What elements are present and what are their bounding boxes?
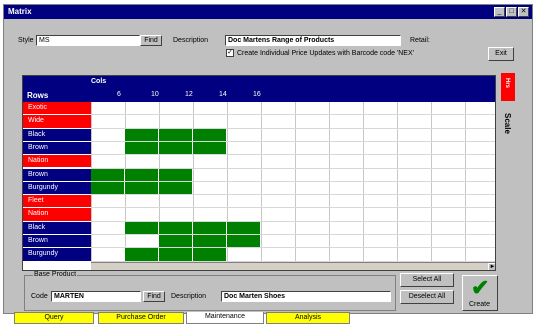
matrix-cell-selected[interactable] (193, 221, 227, 234)
window-title: Matrix (8, 7, 32, 16)
select-all-button[interactable]: Select All (400, 273, 454, 287)
matrix-cell-selected[interactable] (91, 181, 125, 195)
matrix-cell-selected[interactable] (159, 141, 193, 155)
tab-purchase-order[interactable]: Purchase Order (98, 312, 184, 324)
row-label[interactable]: Burgundy (23, 181, 91, 195)
side-tab-scale-label[interactable]: Scale (503, 113, 512, 134)
grid-line (91, 114, 495, 116)
side-tab-panel: Hrs Scale (498, 73, 520, 269)
matrix-cell-selected[interactable] (159, 235, 193, 248)
row-label[interactable]: Brown (23, 168, 91, 181)
matrix-cell-selected[interactable] (125, 168, 159, 181)
base-description-label: Description (171, 293, 207, 300)
description-label: Description (173, 37, 209, 44)
column-header: 16 (253, 91, 261, 98)
matrix-cell-selected[interactable] (193, 235, 227, 248)
base-description-input[interactable]: Doc Marten Shoes (221, 291, 391, 302)
bottom-tab-bar: Query Purchase Order Maintenance Analysi… (0, 312, 539, 329)
exit-button[interactable]: Exit (488, 47, 514, 61)
matrix-cell-selected[interactable] (193, 141, 227, 155)
grid-line (91, 207, 495, 209)
base-product-group: Base Product Code MARTEN Find Descriptio… (24, 271, 396, 311)
matrix-cell-selected[interactable] (227, 221, 261, 234)
style-input[interactable]: MS (36, 35, 140, 46)
style-label: Style (18, 37, 34, 44)
cols-label: Cols (91, 78, 107, 85)
retail-label: Retail: (410, 37, 430, 44)
column-header: 10 (151, 91, 159, 98)
style-find-button[interactable]: Find (140, 35, 162, 46)
price-update-checkbox[interactable]: ✓ (226, 49, 234, 57)
tab-analysis[interactable]: Analysis (266, 312, 350, 324)
minimize-button[interactable]: _ (494, 7, 505, 17)
matrix-cell-selected[interactable] (193, 128, 227, 141)
matrix-cell-selected[interactable] (159, 181, 193, 195)
close-button[interactable]: ✕ (518, 7, 529, 17)
matrix-cell-selected[interactable] (159, 221, 193, 234)
maximize-button[interactable]: □ (506, 7, 517, 17)
deselect-all-button[interactable]: Deselect All (400, 290, 454, 304)
matrix-cell-selected[interactable] (193, 248, 227, 261)
grid-line (91, 194, 495, 196)
row-label[interactable]: Fleet (23, 195, 91, 208)
matrix-grid: Cols Rows 6 10 12 14 16 Exotic Wide Black Brown… (22, 75, 496, 271)
matrix-cell-selected[interactable] (159, 248, 193, 261)
code-label: Code (31, 293, 48, 300)
row-label[interactable]: Brown (23, 235, 91, 248)
horizontal-scrollbar[interactable]: ► (91, 262, 495, 270)
grid-line (91, 234, 495, 235)
column-header: 14 (219, 91, 227, 98)
grid-line (91, 154, 495, 156)
matrix-cell-selected[interactable] (125, 128, 159, 141)
create-label: Create (469, 301, 491, 308)
description-input[interactable]: Doc Martens Range of Products (225, 35, 401, 46)
price-update-label: Create Individual Price Updates with Bar… (237, 50, 414, 57)
matrix-cell-selected[interactable] (125, 181, 159, 195)
matrix-cell-selected[interactable] (125, 141, 159, 155)
matrix-window: Matrix _ □ ✕ Style MS Find Description D… (3, 4, 533, 314)
row-label[interactable]: Wide (23, 115, 91, 128)
code-input[interactable]: MARTEN (51, 291, 141, 302)
column-header: 12 (185, 91, 193, 98)
tab-query[interactable]: Query (14, 312, 94, 324)
row-label[interactable]: Nation (23, 155, 91, 168)
side-tab-red-label: Hrs (504, 78, 510, 89)
create-button[interactable]: ✔ Create (462, 275, 498, 311)
code-find-button[interactable]: Find (143, 291, 165, 302)
scroll-right-arrow[interactable]: ► (488, 263, 495, 270)
checkmark-icon: ✔ (471, 275, 490, 300)
row-label[interactable]: Nation (23, 208, 91, 221)
row-label[interactable]: Black (23, 128, 91, 141)
window-titlebar: Matrix (4, 5, 532, 19)
matrix-cell-selected[interactable] (159, 168, 193, 181)
base-product-legend: Base Product (33, 271, 78, 278)
matrix-header: Cols Rows 6 10 12 14 16 (23, 76, 495, 102)
row-label[interactable]: Burgundy (23, 248, 91, 261)
rows-label: Rows (27, 91, 49, 100)
column-header: 6 (117, 91, 121, 98)
matrix-cell-selected[interactable] (159, 128, 193, 141)
row-label[interactable]: Brown (23, 141, 91, 155)
row-label[interactable]: Exotic (23, 102, 91, 115)
side-tab-red[interactable]: Hrs (501, 73, 515, 101)
row-label[interactable]: Black (23, 221, 91, 234)
matrix-cell-selected[interactable] (125, 221, 159, 234)
tab-maintenance[interactable]: Maintenance (186, 312, 264, 324)
matrix-cell-selected[interactable] (227, 235, 261, 248)
matrix-cell-selected[interactable] (125, 248, 159, 261)
matrix-cell-selected[interactable] (91, 168, 125, 181)
window-controls: _ □ ✕ (494, 7, 529, 17)
